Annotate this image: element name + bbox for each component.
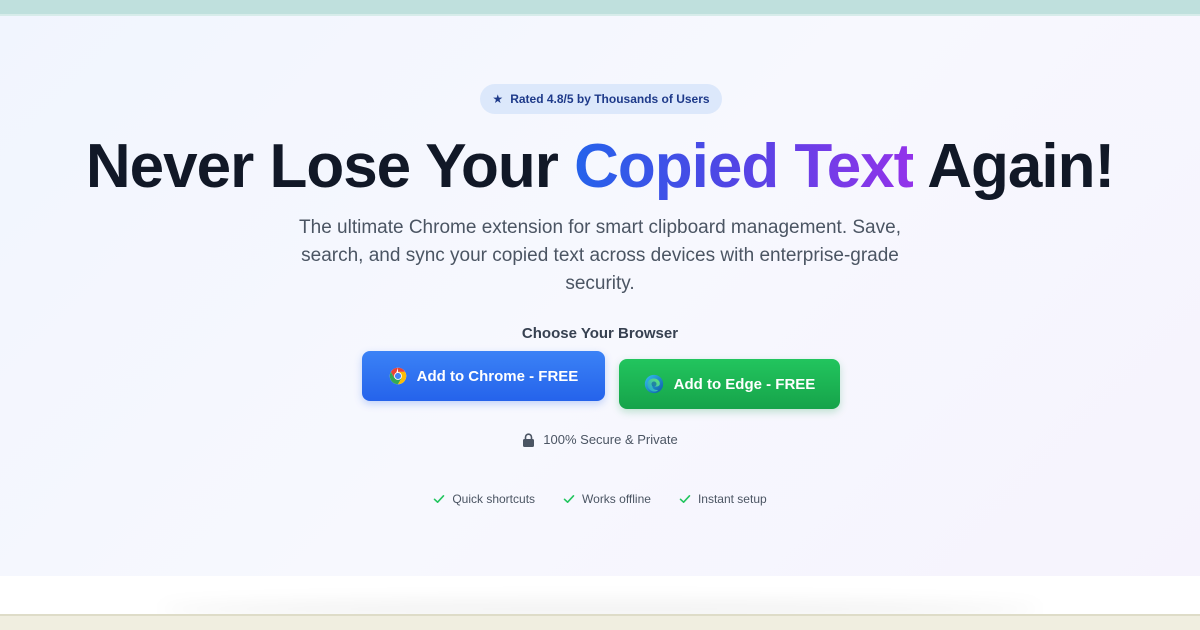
title-part-2: Again! (913, 132, 1115, 201)
rating-badge: ★ Rated 4.8/5 by Thousands of Users (480, 84, 722, 114)
edge-button-label: Add to Edge - FREE (673, 375, 816, 393)
chrome-icon (389, 367, 406, 385)
title-highlight: Copied Text (574, 132, 914, 201)
feature-label: Quick shortcuts (452, 492, 536, 506)
security-note: 100% Secure & Private (0, 432, 1200, 447)
choose-browser-heading: Choose Your Browser (521, 325, 679, 342)
page-title: Never Lose Your Copied Text Again! (0, 132, 1200, 202)
feature-list: Quick shortcuts Works offline Instant se… (0, 492, 1200, 506)
add-to-edge-button[interactable]: Add to Edge - FREE (619, 359, 840, 409)
feature-label: Works offline (582, 492, 651, 506)
feature-label: Instant setup (697, 492, 767, 506)
feature-item: Works offline (563, 492, 651, 506)
check-icon (563, 495, 575, 503)
rating-text: Rated 4.8/5 by Thousands of Users (510, 92, 710, 106)
hero-subtitle: The ultimate Chrome extension for smart … (299, 217, 901, 294)
security-text: 100% Secure & Private (543, 432, 678, 447)
chrome-button-label: Add to Chrome - FREE (416, 367, 579, 385)
add-to-chrome-button[interactable]: Add to Chrome - FREE (362, 351, 605, 401)
edge-icon (644, 374, 663, 394)
page-footer-strip (0, 614, 1200, 630)
feature-item: Quick shortcuts (433, 492, 535, 506)
feature-item: Instant setup (679, 492, 767, 506)
check-icon (679, 495, 691, 503)
title-part-1: Never Lose Your (85, 132, 575, 201)
star-icon: ★ (492, 92, 504, 106)
lock-icon (523, 432, 535, 447)
check-icon (434, 495, 445, 503)
browser-top-strip (0, 0, 1200, 16)
